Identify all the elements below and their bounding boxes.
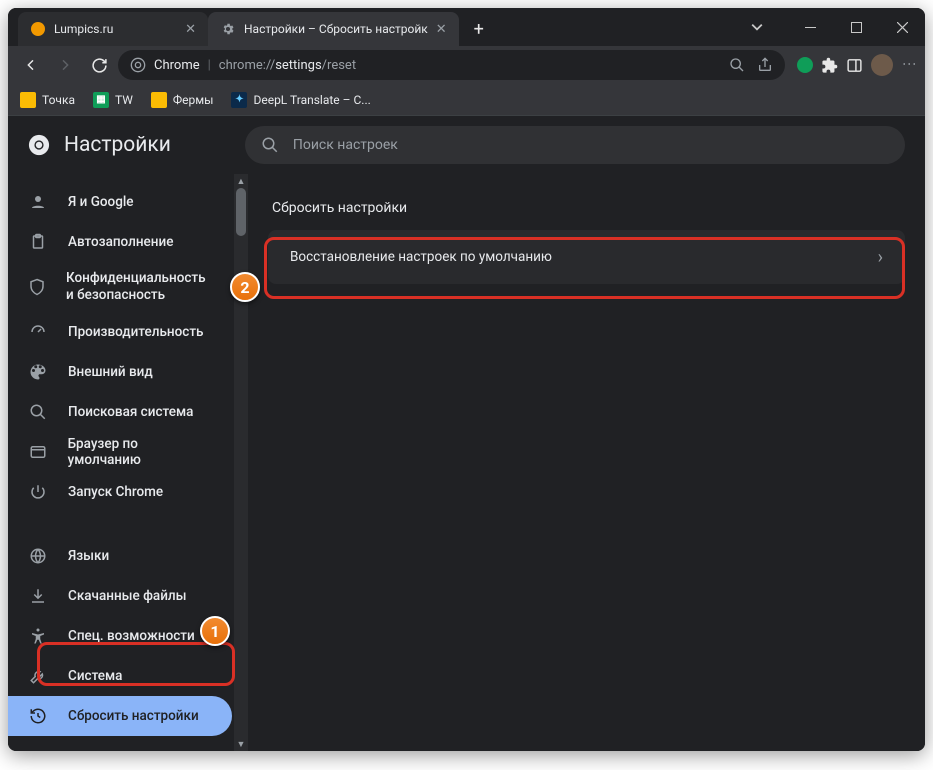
address-bar[interactable]: Chrome | chrome://settings/reset <box>118 50 785 80</box>
page-title: Настройки <box>64 133 171 157</box>
tab-settings[interactable]: Настройки – Сбросить настройк ✕ <box>208 12 459 46</box>
side-panel-icon[interactable] <box>846 57 863 74</box>
chrome-logo-icon <box>28 134 50 156</box>
chevron-right-icon: › <box>878 247 883 268</box>
sidebar-item-accessibility[interactable]: Спец. возможности <box>8 616 232 656</box>
annotation-callout-1: 1 <box>200 616 230 646</box>
main-panel: Сбросить настройки Восстановление настро… <box>248 174 925 751</box>
scroll-thumb[interactable] <box>236 188 246 236</box>
scroll-up-icon[interactable]: ▲ <box>234 174 248 188</box>
share-icon[interactable] <box>757 57 773 73</box>
back-button[interactable] <box>16 50 46 80</box>
omnibox-chip: Chrome <box>154 58 200 73</box>
speed-icon <box>28 323 48 341</box>
reload-button[interactable] <box>84 50 114 80</box>
toolbar: Chrome | chrome://settings/reset ⋮ <box>8 46 925 84</box>
tab-lumpics[interactable]: Lumpics.ru ✕ <box>18 12 208 46</box>
bookmark-deepl[interactable]: ✦DeepL Translate – C... <box>231 92 370 108</box>
avatar[interactable] <box>871 54 893 76</box>
sidebar: ▲ ▼ Я и Google Автозаполнение Конфиденци… <box>8 174 248 751</box>
search-input[interactable] <box>293 137 889 153</box>
extension-badge[interactable] <box>797 57 813 73</box>
url-text: chrome://settings/reset <box>219 58 356 73</box>
forward-button[interactable] <box>50 50 80 80</box>
sidebar-item-appearance[interactable]: Внешний вид <box>8 352 232 392</box>
sidebar-item-downloads[interactable]: Скачанные файлы <box>8 576 232 616</box>
search-icon <box>261 136 279 154</box>
person-icon <box>28 193 48 211</box>
window-controls <box>787 8 925 46</box>
content: ▲ ▼ Я и Google Автозаполнение Конфиденци… <box>8 174 925 751</box>
favicon-lumpics <box>30 21 46 37</box>
accessibility-icon <box>28 627 48 645</box>
section-title: Сбросить настройки <box>268 200 905 216</box>
sidebar-item-privacy[interactable]: Конфиденциальность и безопасность <box>8 262 232 312</box>
sidebar-item-reset[interactable]: Сбросить настройки <box>8 696 232 736</box>
clipboard-icon <box>28 233 48 251</box>
close-icon[interactable]: ✕ <box>436 22 447 37</box>
bookmark-tochka[interactable]: Точка <box>20 92 75 108</box>
download-icon <box>28 587 48 605</box>
settings-search[interactable] <box>245 126 905 164</box>
gear-icon <box>220 21 236 37</box>
chevron-down-icon[interactable] <box>739 8 775 46</box>
bookmark-fermy[interactable]: Фермы <box>151 92 214 108</box>
browser-icon <box>28 443 48 461</box>
sidebar-item-languages[interactable]: Языки <box>8 536 232 576</box>
close-button[interactable] <box>879 8 925 46</box>
sidebar-item-autofill[interactable]: Автозаполнение <box>8 222 232 262</box>
chrome-icon <box>130 57 146 73</box>
row-label: Восстановление настроек по умолчанию <box>290 249 552 265</box>
bookmarks-bar: Точка ▦TW Фермы ✦DeepL Translate – C... <box>8 84 925 116</box>
menu-button[interactable]: ⋮ <box>901 57 917 73</box>
search-icon[interactable] <box>729 57 745 73</box>
titlebar: Lumpics.ru ✕ Настройки – Сбросить настро… <box>8 8 925 46</box>
sidebar-item-system[interactable]: Система <box>8 656 232 696</box>
new-tab-button[interactable]: + <box>465 15 493 43</box>
palette-icon <box>28 363 48 381</box>
search-icon <box>28 403 48 421</box>
restore-defaults-row[interactable]: Восстановление настроек по умолчанию › <box>268 230 905 284</box>
browser-window: Lumpics.ru ✕ Настройки – Сбросить настро… <box>8 8 925 751</box>
extensions-icon[interactable] <box>821 57 838 74</box>
annotation-callout-2: 2 <box>230 272 260 302</box>
tab-label: Настройки – Сбросить настройк <box>244 22 428 36</box>
wrench-icon <box>28 667 48 685</box>
tab-label: Lumpics.ru <box>54 22 113 36</box>
shield-icon <box>28 278 46 296</box>
settings-header: Настройки <box>8 116 925 174</box>
sidebar-item-default-browser[interactable]: Браузер по умолчанию <box>8 432 232 472</box>
scroll-down-icon[interactable]: ▼ <box>234 737 248 751</box>
sidebar-item-search-engine[interactable]: Поисковая система <box>8 392 232 432</box>
maximize-button[interactable] <box>833 8 879 46</box>
sidebar-item-startup[interactable]: Запуск Chrome <box>8 472 232 512</box>
sidebar-item-you-and-google[interactable]: Я и Google <box>8 182 232 222</box>
power-icon <box>28 483 48 501</box>
close-icon[interactable]: ✕ <box>185 22 196 37</box>
restore-icon <box>28 707 48 725</box>
bookmark-tw[interactable]: ▦TW <box>93 92 133 108</box>
scrollbar[interactable]: ▲ ▼ <box>234 174 248 751</box>
tab-strip: Lumpics.ru ✕ Настройки – Сбросить настро… <box>8 8 493 46</box>
minimize-button[interactable] <box>787 8 833 46</box>
globe-icon <box>28 547 48 565</box>
reset-card: Восстановление настроек по умолчанию › <box>268 230 905 284</box>
sidebar-item-performance[interactable]: Производительность <box>8 312 232 352</box>
